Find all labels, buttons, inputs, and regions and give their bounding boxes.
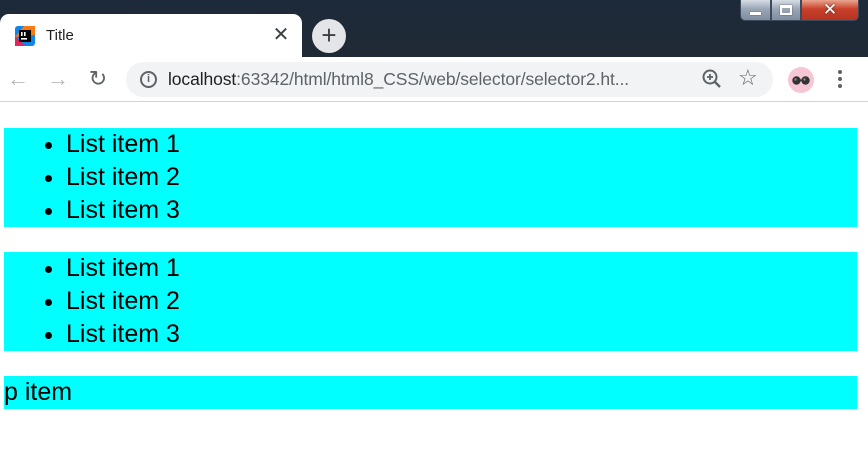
zoom-icon[interactable] — [700, 67, 724, 91]
list-item: List item 3 — [66, 194, 857, 227]
bookmark-star-icon[interactable]: ☆ — [738, 65, 758, 91]
list-item: List item 3 — [66, 318, 857, 351]
address-bar[interactable]: i localhost:63342/html/html8_CSS/web/sel… — [126, 62, 773, 97]
reload-icon[interactable]: ↻ — [85, 66, 111, 92]
url-path: :63342/html/html8_CSS/web/selector/selec… — [236, 69, 630, 89]
list-1: List item 1 List item 2 List item 3 — [4, 128, 857, 227]
back-arrow-icon[interactable]: ← — [5, 66, 31, 92]
list-item: List item 2 — [66, 161, 857, 194]
minimize-button[interactable] — [740, 0, 771, 21]
paragraph: p item — [4, 376, 857, 409]
window-close-button[interactable]: ✕ — [801, 0, 859, 21]
url-text[interactable]: localhost:63342/html/html8_CSS/web/selec… — [168, 69, 629, 90]
list-2: List item 1 List item 2 List item 3 — [4, 252, 857, 351]
plus-icon: + — [321, 20, 337, 50]
tab-title: Title — [46, 27, 74, 44]
window-controls: ✕ — [740, 0, 859, 22]
maximize-button[interactable] — [771, 0, 801, 21]
intellij-icon — [15, 26, 35, 46]
url-host: localhost — [168, 69, 237, 89]
list-item: List item 2 — [66, 285, 857, 318]
page-viewport: List item 1 List item 2 List item 3 List… — [0, 103, 868, 457]
window-titlebar: Title ✕ + ✕ — [0, 0, 868, 57]
profile-avatar[interactable] — [788, 67, 814, 93]
browser-toolbar: ← → ↻ i localhost:63342/html/html8_CSS/w… — [0, 57, 868, 102]
list-item: List item 1 — [66, 128, 857, 161]
kebab-menu-icon[interactable] — [832, 68, 848, 92]
browser-tab[interactable]: Title ✕ — [0, 14, 302, 57]
close-x-icon: ✕ — [822, 0, 838, 19]
info-icon[interactable]: i — [140, 71, 157, 88]
minimize-icon — [750, 11, 761, 15]
list-item: List item 1 — [66, 252, 857, 285]
glasses-icon — [792, 76, 810, 85]
forward-arrow-icon[interactable]: → — [45, 66, 71, 92]
maximize-icon — [780, 5, 792, 15]
new-tab-button[interactable]: + — [312, 19, 346, 53]
close-icon[interactable]: ✕ — [270, 24, 292, 46]
